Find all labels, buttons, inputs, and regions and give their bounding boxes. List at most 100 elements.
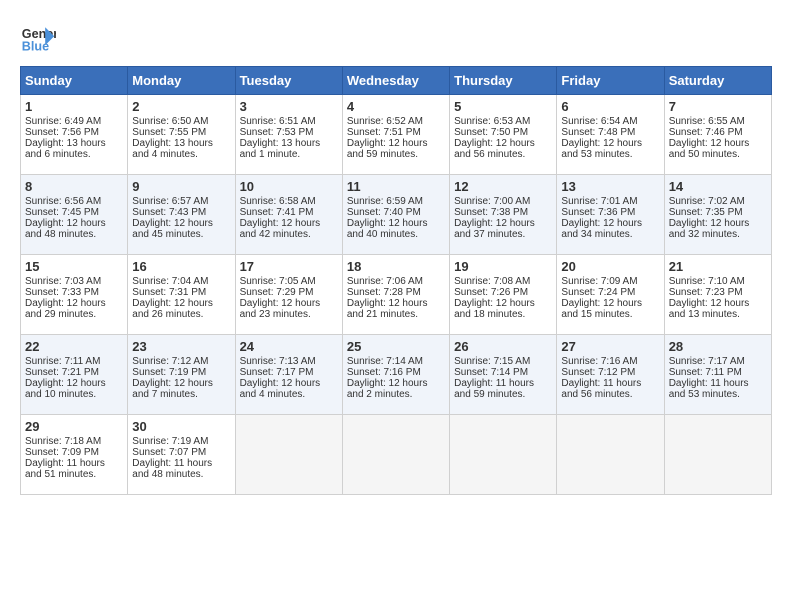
- day-info-line: Sunrise: 7:08 AM: [454, 276, 552, 287]
- day-number: 10: [240, 179, 338, 194]
- calendar-cell: [450, 415, 557, 495]
- page-header: General Blue: [20, 20, 772, 56]
- day-info-line: Sunset: 7:35 PM: [669, 207, 767, 218]
- day-info-line: and 21 minutes.: [347, 309, 445, 320]
- day-number: 28: [669, 339, 767, 354]
- day-info-line: Daylight: 12 hours: [240, 218, 338, 229]
- calendar-cell: 28Sunrise: 7:17 AMSunset: 7:11 PMDayligh…: [664, 335, 771, 415]
- day-info-line: and 42 minutes.: [240, 229, 338, 240]
- day-info-line: Sunset: 7:12 PM: [561, 367, 659, 378]
- day-info-line: and 53 minutes.: [561, 149, 659, 160]
- day-info-line: Sunset: 7:14 PM: [454, 367, 552, 378]
- day-info-line: Sunrise: 6:59 AM: [347, 196, 445, 207]
- day-info-line: Daylight: 12 hours: [669, 138, 767, 149]
- day-info-line: Daylight: 12 hours: [669, 218, 767, 229]
- day-number: 19: [454, 259, 552, 274]
- svg-text:Blue: Blue: [22, 40, 49, 54]
- calendar-cell: 22Sunrise: 7:11 AMSunset: 7:21 PMDayligh…: [21, 335, 128, 415]
- day-info-line: and 40 minutes.: [347, 229, 445, 240]
- day-info-line: Daylight: 12 hours: [25, 378, 123, 389]
- day-info-line: Daylight: 11 hours: [561, 378, 659, 389]
- weekday-header: Saturday: [664, 67, 771, 95]
- calendar-cell: 16Sunrise: 7:04 AMSunset: 7:31 PMDayligh…: [128, 255, 235, 335]
- day-info-line: Sunset: 7:48 PM: [561, 127, 659, 138]
- day-info-line: Sunrise: 7:11 AM: [25, 356, 123, 367]
- weekday-header: Tuesday: [235, 67, 342, 95]
- day-info-line: Sunrise: 6:53 AM: [454, 116, 552, 127]
- day-info-line: Sunrise: 7:06 AM: [347, 276, 445, 287]
- day-info-line: Sunrise: 6:57 AM: [132, 196, 230, 207]
- day-info-line: Sunrise: 7:12 AM: [132, 356, 230, 367]
- day-info-line: Daylight: 13 hours: [240, 138, 338, 149]
- calendar-cell: 24Sunrise: 7:13 AMSunset: 7:17 PMDayligh…: [235, 335, 342, 415]
- day-info-line: and 7 minutes.: [132, 389, 230, 400]
- day-info-line: Daylight: 13 hours: [132, 138, 230, 149]
- day-info-line: Sunset: 7:11 PM: [669, 367, 767, 378]
- day-number: 27: [561, 339, 659, 354]
- day-info-line: Sunset: 7:17 PM: [240, 367, 338, 378]
- day-number: 8: [25, 179, 123, 194]
- day-info-line: and 23 minutes.: [240, 309, 338, 320]
- day-info-line: and 45 minutes.: [132, 229, 230, 240]
- day-info-line: and 4 minutes.: [132, 149, 230, 160]
- day-info-line: and 1 minute.: [240, 149, 338, 160]
- day-info-line: Sunset: 7:41 PM: [240, 207, 338, 218]
- day-info-line: Sunrise: 6:52 AM: [347, 116, 445, 127]
- day-number: 6: [561, 99, 659, 114]
- day-info-line: Daylight: 12 hours: [454, 218, 552, 229]
- day-number: 17: [240, 259, 338, 274]
- day-number: 1: [25, 99, 123, 114]
- day-info-line: Sunrise: 7:01 AM: [561, 196, 659, 207]
- day-number: 5: [454, 99, 552, 114]
- day-info-line: and 37 minutes.: [454, 229, 552, 240]
- day-number: 26: [454, 339, 552, 354]
- day-info-line: Sunset: 7:45 PM: [25, 207, 123, 218]
- day-info-line: Sunset: 7:36 PM: [561, 207, 659, 218]
- weekday-header: Friday: [557, 67, 664, 95]
- day-number: 14: [669, 179, 767, 194]
- calendar-cell: 21Sunrise: 7:10 AMSunset: 7:23 PMDayligh…: [664, 255, 771, 335]
- day-info-line: and 56 minutes.: [454, 149, 552, 160]
- day-info-line: Daylight: 12 hours: [347, 378, 445, 389]
- logo-icon: General Blue: [20, 20, 56, 56]
- day-info-line: and 34 minutes.: [561, 229, 659, 240]
- day-info-line: Sunrise: 6:56 AM: [25, 196, 123, 207]
- day-info-line: Sunrise: 7:16 AM: [561, 356, 659, 367]
- day-number: 16: [132, 259, 230, 274]
- day-info-line: Sunset: 7:51 PM: [347, 127, 445, 138]
- day-info-line: Sunset: 7:53 PM: [240, 127, 338, 138]
- day-info-line: Sunset: 7:38 PM: [454, 207, 552, 218]
- day-info-line: and 56 minutes.: [561, 389, 659, 400]
- day-number: 3: [240, 99, 338, 114]
- day-info-line: and 53 minutes.: [669, 389, 767, 400]
- day-info-line: Sunset: 7:46 PM: [669, 127, 767, 138]
- day-info-line: Daylight: 12 hours: [561, 218, 659, 229]
- day-info-line: Sunset: 7:21 PM: [25, 367, 123, 378]
- day-info-line: Sunrise: 7:02 AM: [669, 196, 767, 207]
- day-info-line: and 29 minutes.: [25, 309, 123, 320]
- day-info-line: Daylight: 12 hours: [25, 298, 123, 309]
- day-info-line: Sunset: 7:28 PM: [347, 287, 445, 298]
- day-info-line: and 6 minutes.: [25, 149, 123, 160]
- day-number: 21: [669, 259, 767, 274]
- logo: General Blue: [20, 20, 56, 56]
- day-info-line: and 13 minutes.: [669, 309, 767, 320]
- day-info-line: and 51 minutes.: [25, 469, 123, 480]
- day-info-line: Sunset: 7:07 PM: [132, 447, 230, 458]
- weekday-header: Wednesday: [342, 67, 449, 95]
- day-info-line: Sunrise: 6:50 AM: [132, 116, 230, 127]
- day-info-line: Daylight: 13 hours: [25, 138, 123, 149]
- day-info-line: Sunset: 7:29 PM: [240, 287, 338, 298]
- day-info-line: and 32 minutes.: [669, 229, 767, 240]
- day-number: 15: [25, 259, 123, 274]
- day-number: 7: [669, 99, 767, 114]
- day-info-line: and 59 minutes.: [347, 149, 445, 160]
- calendar-cell: 20Sunrise: 7:09 AMSunset: 7:24 PMDayligh…: [557, 255, 664, 335]
- calendar-table: SundayMondayTuesdayWednesdayThursdayFrid…: [20, 66, 772, 495]
- day-info-line: Daylight: 12 hours: [347, 298, 445, 309]
- day-info-line: Sunset: 7:31 PM: [132, 287, 230, 298]
- calendar-cell: 3Sunrise: 6:51 AMSunset: 7:53 PMDaylight…: [235, 95, 342, 175]
- calendar-cell: 7Sunrise: 6:55 AMSunset: 7:46 PMDaylight…: [664, 95, 771, 175]
- day-info-line: Daylight: 11 hours: [454, 378, 552, 389]
- day-info-line: Sunset: 7:23 PM: [669, 287, 767, 298]
